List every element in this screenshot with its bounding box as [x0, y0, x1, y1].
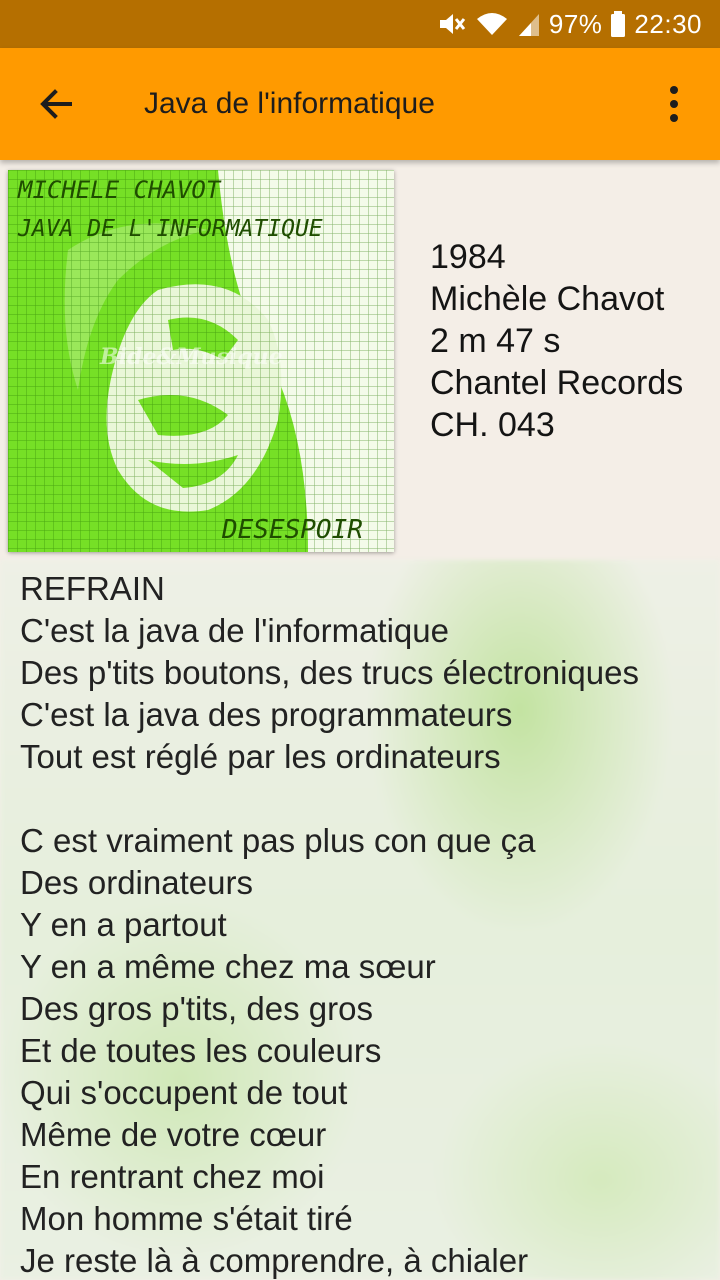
- lyrics-text: REFRAIN C'est la java de l'informatique …: [20, 568, 710, 1280]
- lyrics-line: Y en a même chez ma sœur: [20, 948, 436, 985]
- battery-percentage: 97%: [548, 8, 603, 39]
- app-bar: Java de l'informatique: [0, 48, 720, 160]
- lyrics-line: Je reste là à comprendre, à chialer: [20, 1242, 529, 1279]
- overflow-menu-button[interactable]: [642, 72, 706, 136]
- wifi-icon: [475, 10, 509, 38]
- battery-icon: [610, 10, 626, 38]
- lyrics-line: Qui s'occupent de tout: [20, 1074, 348, 1111]
- lyrics-line: Et de toutes les couleurs: [20, 1032, 382, 1069]
- album-cover[interactable]: MICHELE CHAVOT JAVA DE L'INFORMATIQUE Bi…: [8, 170, 394, 552]
- lyrics-line: REFRAIN: [20, 570, 165, 607]
- lyrics-line: En rentrant chez moi: [20, 1158, 325, 1195]
- cover-watermark: Bide&Musique: [99, 344, 283, 370]
- song-info: 1984 Michèle Chavot 2 m 47 s Chantel Rec…: [430, 236, 683, 446]
- lyrics-line: [20, 778, 710, 820]
- lyrics-line: C est vraiment pas plus con que ça: [20, 822, 536, 859]
- arrow-left-icon: [40, 89, 72, 119]
- status-bar: 97% 22:30: [0, 0, 720, 48]
- mute-icon: [437, 10, 467, 38]
- lyrics-line: Des ordinateurs: [20, 864, 253, 901]
- song-duration: 2 m 47 s: [430, 322, 561, 360]
- cover-artist-text: MICHELE CHAVOT: [17, 176, 222, 204]
- song-reference: CH. 043: [430, 406, 555, 444]
- song-artist: Michèle Chavot: [430, 280, 665, 318]
- lyrics-line: Tout est réglé par les ordinateurs: [20, 738, 501, 775]
- cover-bottom-text: DESESPOIR: [221, 515, 363, 545]
- cover-title-text: JAVA DE L'INFORMATIQUE: [17, 216, 323, 242]
- more-vert-icon: [670, 86, 678, 122]
- signal-icon: [517, 10, 541, 38]
- lyrics-line: Même de votre cœur: [20, 1116, 327, 1153]
- song-detail-content[interactable]: MICHELE CHAVOT JAVA DE L'INFORMATIQUE Bi…: [0, 160, 720, 1280]
- lyrics-line: Des gros p'tits, des gros: [20, 990, 373, 1027]
- lyrics-line: Des p'tits boutons, des trucs électroniq…: [20, 654, 639, 691]
- page-title: Java de l'informatique: [144, 87, 435, 120]
- lyrics-line: Mon homme s'était tiré: [20, 1200, 353, 1237]
- clock: 22:30: [634, 8, 702, 39]
- song-label: Chantel Records: [430, 364, 684, 402]
- song-year: 1984: [430, 238, 506, 276]
- lyrics-line: Y en a partout: [20, 906, 227, 943]
- lyrics-line: C'est la java des programmateurs: [20, 696, 513, 733]
- back-button[interactable]: [24, 72, 88, 136]
- lyrics-line: C'est la java de l'informatique: [20, 612, 449, 649]
